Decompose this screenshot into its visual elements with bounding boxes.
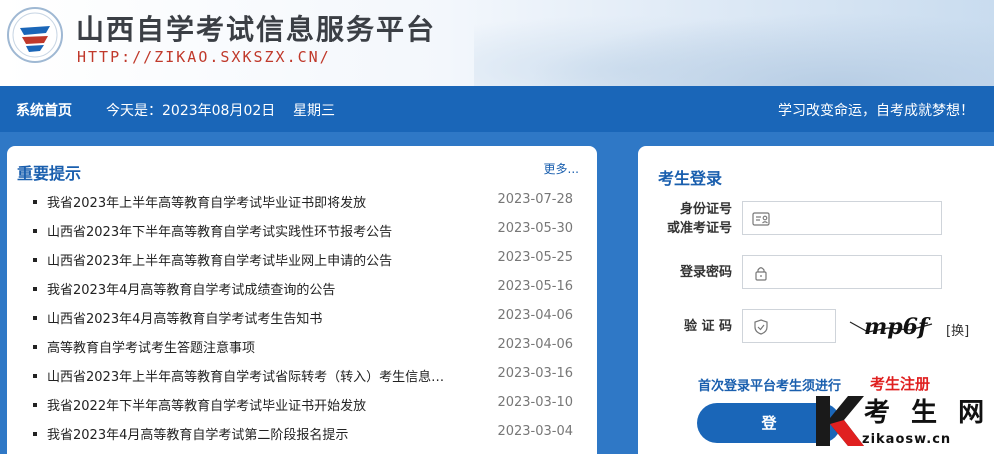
watermark-logo: 考 生 网 zikaosw.cn <box>808 388 994 454</box>
notice-title[interactable]: 我省2023年4月高等教育自学考试成绩查询的公告 <box>47 279 473 298</box>
bullet-icon <box>33 374 37 378</box>
bullet-icon <box>33 258 37 262</box>
notice-date: 2023-05-16 <box>497 279 573 294</box>
list-item[interactable]: 山西省2023年4月高等教育自学考试考生告知书 2023-04-06 <box>33 305 573 334</box>
notice-date: 2023-03-04 <box>497 424 573 439</box>
notice-date: 2023-05-30 <box>497 221 573 236</box>
bullet-icon <box>33 229 37 233</box>
site-title: 山西自学考试信息服务平台 <box>76 13 437 46</box>
notice-date: 2023-04-06 <box>497 337 573 352</box>
captcha-input[interactable] <box>742 309 836 343</box>
list-item[interactable]: 山西省2023年下半年高等教育自学考试实践性环节报考公告 2023-05-30 <box>33 218 573 247</box>
notice-date: 2023-07-28 <box>497 192 573 207</box>
more-link[interactable]: 更多... <box>544 160 579 177</box>
notice-list: 我省2023年上半年高等教育自学考试毕业证书即将发放 2023-07-28 山西省… <box>33 189 573 450</box>
watermark-domain: zikaosw.cn <box>862 432 952 447</box>
lock-icon <box>755 267 767 281</box>
id-label: 身份证号 或准考证号 <box>662 200 732 238</box>
nav-home-link[interactable]: 系统首页 <box>16 100 72 120</box>
list-item[interactable]: 我省2023年上半年高等教育自学考试毕业证书即将发放 2023-07-28 <box>33 189 573 218</box>
notice-panel-title: 重要提示 <box>17 164 82 183</box>
bullet-icon <box>33 432 37 436</box>
captcha-text: mp6f <box>864 314 928 340</box>
list-item[interactable]: 我省2023年4月高等教育自学考试第二阶段报名提示 2023-03-04 <box>33 421 573 450</box>
notice-title[interactable]: 山西省2023年4月高等教育自学考试考生告知书 <box>47 308 473 327</box>
notice-title[interactable]: 山西省2023年下半年高等教育自学考试实践性环节报考公告 <box>47 221 473 240</box>
site-url[interactable]: HTTP://ZIKAO.SXKSZX.CN/ <box>77 48 331 66</box>
bullet-icon <box>33 403 37 407</box>
notice-date: 2023-05-25 <box>497 250 573 265</box>
id-label-line2: 或准考证号 <box>666 221 732 236</box>
notice-title[interactable]: 山西省2023年上半年高等教育自学考试毕业网上申请的公告 <box>47 250 473 269</box>
list-item[interactable]: 高等教育自学考试考生答题注意事项 2023-04-06 <box>33 334 573 363</box>
password-input[interactable] <box>742 255 942 289</box>
list-item[interactable]: 山西省2023年上半年高等教育自学考试毕业网上申请的公告 2023-05-25 <box>33 247 573 276</box>
site-header: 山西自学考试信息服务平台 HTTP://ZIKAO.SXKSZX.CN/ <box>0 0 994 86</box>
today-date: 今天是：2023年08月02日 星期三 <box>106 103 336 119</box>
list-item[interactable]: 我省2023年4月高等教育自学考试成绩查询的公告 2023-05-16 <box>33 276 573 305</box>
notice-title[interactable]: 高等教育自学考试考生答题注意事项 <box>47 337 473 356</box>
notice-title[interactable]: 我省2022年下半年高等教育自学考试毕业证书开始发放 <box>47 395 473 414</box>
captcha-image[interactable]: mp6f <box>848 314 934 344</box>
notice-date: 2023-03-16 <box>497 366 573 381</box>
notice-title[interactable]: 我省2023年4月高等教育自学考试第二阶段报名提示 <box>47 424 473 443</box>
notice-date: 2023-04-06 <box>497 308 573 323</box>
captcha-label: 验 证 码 <box>683 319 732 334</box>
id-card-icon <box>752 212 770 226</box>
nav-slogan: 学习改变命运，自考成就梦想！ <box>778 103 974 119</box>
header-cloud-banner <box>474 0 994 86</box>
notice-date: 2023-03-10 <box>497 395 573 410</box>
list-item[interactable]: 山西省2023年上半年高等教育自学考试省际转考（转入）考生信息… 2023-03-… <box>33 363 573 392</box>
bullet-icon <box>33 200 37 204</box>
id-label-line1: 身份证号 <box>679 202 732 217</box>
watermark-brand: 考 生 网 <box>864 398 991 428</box>
top-nav: 系统首页 今天是：2023年08月02日 星期三 学习改变命运，自考成就梦想！ <box>0 86 994 132</box>
list-item[interactable]: 我省2022年下半年高等教育自学考试毕业证书开始发放 2023-03-10 <box>33 392 573 421</box>
exam-logo-icon <box>7 7 63 63</box>
bullet-icon <box>33 287 37 291</box>
bullet-icon <box>33 316 37 320</box>
password-label: 登录密码 <box>679 265 732 280</box>
id-number-input[interactable] <box>742 201 942 235</box>
notice-title[interactable]: 我省2023年上半年高等教育自学考试毕业证书即将发放 <box>47 192 473 211</box>
refresh-captcha-link[interactable]: [换] <box>946 320 969 339</box>
login-title: 考生登录 <box>658 169 723 188</box>
bullet-icon <box>33 345 37 349</box>
notice-panel: 重要提示 更多... 我省2023年上半年高等教育自学考试毕业证书即将发放 202… <box>7 146 597 454</box>
notice-title[interactable]: 山西省2023年上半年高等教育自学考试省际转考（转入）考生信息… <box>47 366 473 385</box>
shield-icon <box>754 319 768 335</box>
